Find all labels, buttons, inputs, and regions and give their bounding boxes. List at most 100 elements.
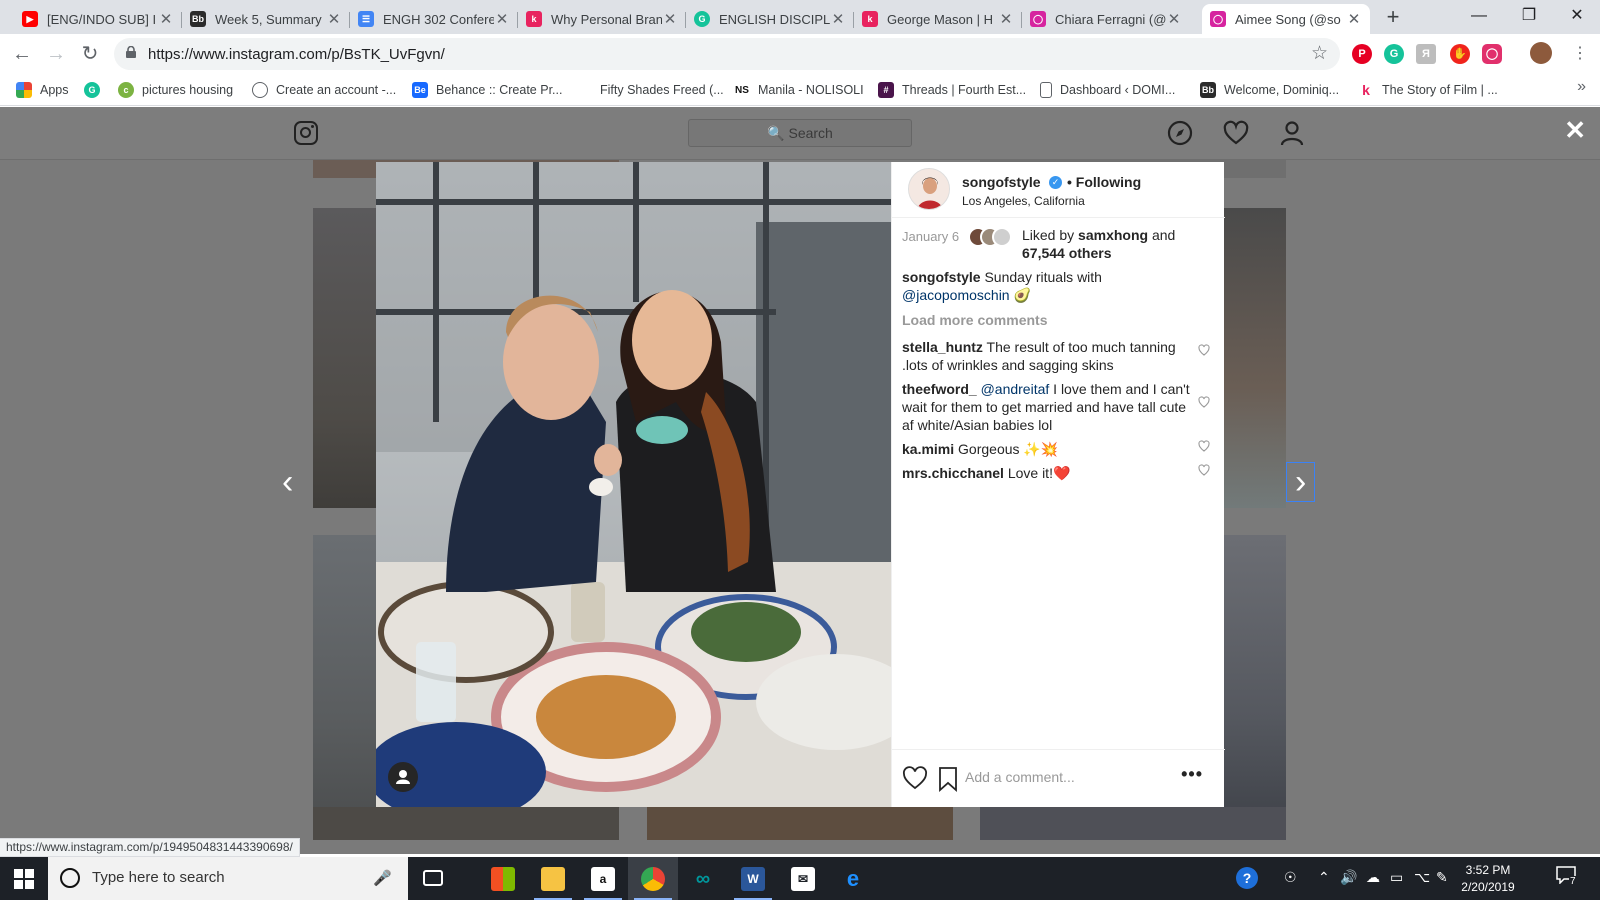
next-post-arrow-icon[interactable]: › (1286, 462, 1316, 502)
tab-2[interactable]: ☰ ENGH 302 Confere ✕ (350, 4, 518, 34)
close-tab-icon[interactable]: ✕ (1166, 10, 1182, 28)
reload-button[interactable]: ↻ (76, 40, 104, 68)
minimize-button[interactable]: — (1456, 0, 1502, 34)
grammarly-icon[interactable]: G (1384, 44, 1404, 64)
onedrive-icon[interactable]: ☁ (1366, 869, 1380, 886)
likes-summary[interactable]: Liked by samxhong and 67,544 others (1022, 226, 1212, 262)
action-center-icon[interactable]: 7 (1556, 866, 1582, 890)
close-tab-icon[interactable]: ✕ (1346, 10, 1362, 28)
microphone-icon[interactable]: 🎤 (373, 869, 392, 887)
taskbar-arduino[interactable]: ∞ (678, 857, 728, 900)
more-options-button[interactable]: ••• (1181, 764, 1203, 785)
taskbar-word[interactable]: W (728, 857, 778, 900)
task-view-button[interactable] (408, 857, 458, 900)
likes-count[interactable]: 67,544 others (1022, 245, 1112, 261)
close-modal-icon[interactable]: ✕ (1564, 117, 1586, 143)
help-icon[interactable]: ? (1236, 867, 1258, 889)
taskbar-amazon[interactable]: a (578, 857, 628, 900)
chrome-menu-icon[interactable]: ⋮ (1566, 40, 1594, 68)
taskbar-store[interactable] (478, 857, 528, 900)
tab-3[interactable]: k Why Personal Bran ✕ (518, 4, 686, 34)
search-input[interactable]: 🔍 Search (688, 119, 912, 147)
bookmark-dashboard[interactable]: Dashboard ‹ DOMI... (1040, 80, 1175, 100)
bookmark-nolisoli[interactable]: NS Manila - NOLISOLI (734, 80, 864, 100)
battery-icon[interactable]: ▭ (1390, 869, 1403, 886)
bookmark-fifty-shades[interactable]: Fifty Shades Freed (... (576, 80, 724, 100)
bookmark-grammarly[interactable]: G (84, 80, 108, 100)
caption-username[interactable]: songofstyle (902, 269, 981, 285)
grid-post-thumbnail[interactable] (1224, 208, 1286, 508)
post-date[interactable]: January 6 (902, 229, 959, 244)
comment-username[interactable]: ka.mimi (902, 441, 954, 457)
bookmark-star-icon[interactable]: ☆ (1311, 42, 1328, 65)
close-tab-icon[interactable]: ✕ (158, 10, 174, 28)
profile-avatar[interactable] (1530, 42, 1552, 64)
pinterest-icon[interactable]: P (1352, 44, 1372, 64)
windows-start-icon[interactable] (14, 869, 34, 889)
back-button[interactable]: ← (8, 40, 36, 68)
comment-username[interactable]: mrs.chicchanel (902, 465, 1004, 481)
bookmark-pictures-housing[interactable]: c pictures housing (118, 80, 233, 100)
forward-button[interactable]: → (42, 40, 70, 68)
taskbar-search-box[interactable]: Type here to search 🎤 (48, 857, 408, 900)
add-comment-input[interactable]: Add a comment... (965, 769, 1075, 785)
post-photo[interactable] (376, 162, 891, 807)
previous-post-arrow-icon[interactable]: ‹ (282, 465, 293, 499)
bookmark-welcome[interactable]: Bb Welcome, Dominiq... (1200, 80, 1339, 100)
like-heart-icon[interactable] (902, 766, 928, 790)
comment-username[interactable]: stella_huntz (902, 339, 983, 355)
liker-avatars[interactable] (968, 227, 1012, 249)
load-more-comments-button[interactable]: Load more comments (902, 312, 1047, 328)
close-tab-icon[interactable]: ✕ (830, 10, 846, 28)
caption-mention[interactable]: @jacopomoschin (902, 287, 1010, 303)
volume-icon[interactable]: 🔊 (1340, 869, 1357, 886)
taskbar-edge[interactable]: e (828, 857, 878, 900)
close-tab-icon[interactable]: ✕ (494, 10, 510, 28)
bookmark-behance[interactable]: Be Behance :: Create Pr... (412, 80, 562, 100)
address-bar[interactable]: https://www.instagram.com/p/BsTK_UvFgvn/… (114, 38, 1340, 70)
tab-4[interactable]: G ENGLISH DISCIPLIN ✕ (686, 4, 854, 34)
grid-post-thumbnail[interactable] (647, 807, 953, 840)
instagram-extension-icon[interactable]: ◯ (1482, 44, 1502, 64)
close-tab-icon[interactable]: ✕ (998, 10, 1014, 28)
tab-5[interactable]: k George Mason | H ✕ (854, 4, 1022, 34)
tab-6[interactable]: ◯ Chiara Ferragni (@ ✕ (1022, 4, 1190, 34)
close-window-button[interactable]: ✕ (1554, 0, 1600, 34)
show-hidden-icons[interactable]: ⌃ (1318, 869, 1330, 886)
more-bookmarks-icon[interactable]: » (1577, 78, 1586, 96)
tab-1[interactable]: Bb Week 5, Summary ✕ (182, 4, 350, 34)
restore-button[interactable]: ❐ (1506, 0, 1552, 34)
grid-post-thumbnail[interactable] (313, 208, 376, 508)
instagram-logo-icon[interactable] (294, 121, 318, 145)
grid-post-thumbnail[interactable] (980, 807, 1286, 840)
comment-mention[interactable]: @andreitaf (981, 381, 1050, 397)
bookmark-create-account[interactable]: Create an account -... (252, 80, 396, 100)
wifi-icon[interactable]: ⌥ (1414, 869, 1430, 886)
following-button[interactable]: • Following (1067, 174, 1141, 190)
grid-post-thumbnail[interactable] (313, 807, 619, 840)
adblock-icon[interactable]: ✋ (1450, 44, 1470, 64)
like-comment-heart-icon[interactable] (1198, 464, 1210, 476)
pen-icon[interactable]: ✎ (1436, 869, 1448, 886)
bookmark-story-of-film[interactable]: k The Story of Film | ... (1358, 80, 1498, 100)
like-comment-heart-icon[interactable] (1198, 344, 1210, 356)
new-tab-button[interactable]: + (1380, 4, 1406, 30)
taskbar-file-explorer[interactable] (528, 857, 578, 900)
extension-icon[interactable]: Я (1416, 44, 1436, 64)
close-tab-icon[interactable]: ✕ (326, 10, 342, 28)
close-tab-icon[interactable]: ✕ (662, 10, 678, 28)
tab-7-active[interactable]: ◯ Aimee Song (@so ✕ (1202, 4, 1370, 34)
profile-icon[interactable] (1278, 119, 1306, 147)
like-comment-heart-icon[interactable] (1198, 396, 1210, 408)
activity-heart-icon[interactable] (1222, 119, 1250, 147)
taskbar-chrome[interactable] (628, 857, 678, 900)
bookmark-apps[interactable]: Apps (16, 80, 69, 100)
user-tag-icon[interactable] (388, 762, 418, 792)
like-comment-heart-icon[interactable] (1198, 440, 1210, 452)
grid-post-thumbnail[interactable] (1224, 535, 1286, 840)
save-bookmark-icon[interactable] (938, 766, 958, 792)
author-avatar[interactable] (908, 168, 950, 210)
liked-by-user[interactable]: samxhong (1078, 227, 1148, 243)
people-icon[interactable]: ☉ (1284, 869, 1297, 886)
system-clock[interactable]: 3:52 PM 2/20/2019 (1448, 862, 1528, 896)
